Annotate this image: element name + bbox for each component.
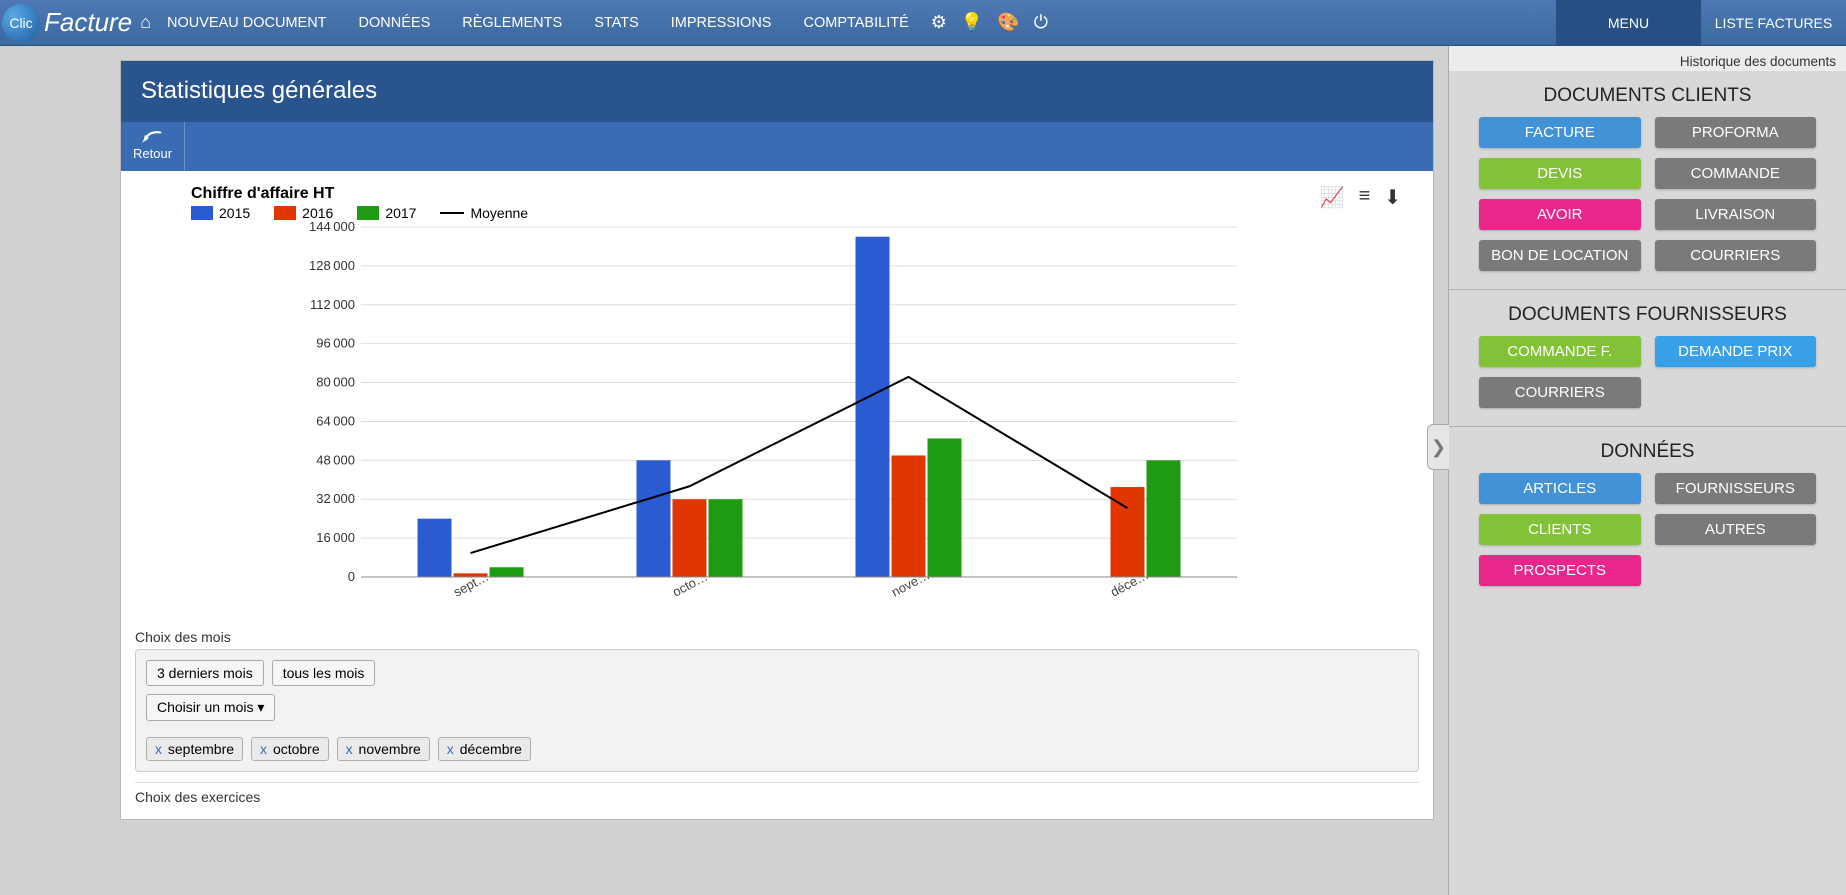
tab-menu[interactable]: MENU: [1556, 0, 1701, 45]
sb-btn-fournisseurs[interactable]: FOURNISSEURS: [1655, 473, 1817, 504]
chip-decembre[interactable]: x décembre: [438, 737, 531, 761]
sb-btn-demande-prix[interactable]: DEMANDE PRIX: [1655, 336, 1817, 367]
nav-donnees[interactable]: DONNÉES: [343, 15, 447, 31]
svg-text:144 000: 144 000: [309, 221, 355, 234]
svg-text:96 000: 96 000: [316, 336, 355, 351]
chip-octobre[interactable]: x octobre: [251, 737, 329, 761]
logo-text: Facture: [44, 7, 132, 38]
tab-liste-factures[interactable]: LISTE FACTURES: [1701, 0, 1846, 45]
power-icon[interactable]: ⏻: [1034, 12, 1048, 33]
sb-btn-livraison[interactable]: LIVRAISON: [1655, 199, 1817, 230]
choix-mois-label: Choix des mois: [135, 629, 1419, 645]
dropdown-choisir-mois[interactable]: Choisir un mois ▾: [146, 694, 275, 721]
back-button[interactable]: Retour: [121, 122, 185, 171]
sb-btn-commande-f-[interactable]: COMMANDE F.: [1479, 336, 1641, 367]
gear-icon[interactable]: ⚙: [931, 12, 947, 33]
nav-impressions[interactable]: IMPRESSIONS: [655, 15, 788, 31]
sb-btn-clients[interactable]: CLIENTS: [1479, 514, 1641, 545]
sb-btn-devis[interactable]: DEVIS: [1479, 158, 1641, 189]
svg-text:64 000: 64 000: [316, 413, 355, 428]
sidebar-collapse[interactable]: ❯: [1427, 424, 1449, 470]
svg-text:48 000: 48 000: [316, 452, 355, 467]
home-icon[interactable]: ⌂: [140, 12, 151, 33]
svg-text:32 000: 32 000: [316, 491, 355, 506]
section-donnees-title: DONNÉES: [1449, 441, 1846, 463]
chart-canvas: 0 16 000 32 000 48 000 64 000 80 000 96 000 112…: [137, 221, 1417, 617]
nav-reglements[interactable]: RÈGLEMENTS: [446, 15, 578, 31]
btn-3-derniers-mois[interactable]: 3 derniers mois: [146, 660, 264, 686]
page-title: Statistiques générales: [121, 61, 1433, 121]
chart-list-icon[interactable]: ≡: [1359, 185, 1371, 210]
back-arrow-icon: [142, 130, 164, 146]
nav-comptabilite[interactable]: COMPTABILITÉ: [787, 15, 924, 31]
svg-text:16 000: 16 000: [316, 530, 355, 545]
back-label: Retour: [133, 146, 172, 161]
sb-btn-articles[interactable]: ARTICLES: [1479, 473, 1641, 504]
chart-legend: 2015 2016 2017 Moyenne: [191, 205, 1417, 221]
choix-exercices-label: Choix des exercices: [135, 789, 1419, 805]
chart-download-icon[interactable]: ⬇: [1384, 185, 1401, 210]
section-fournisseurs-title: DOCUMENTS FOURNISSEURS: [1449, 304, 1846, 326]
sb-btn-commande[interactable]: COMMANDE: [1655, 158, 1817, 189]
logo-circle: Clic: [2, 4, 40, 42]
svg-text:80 000: 80 000: [316, 375, 355, 390]
sb-btn-courriers[interactable]: COURRIERS: [1655, 240, 1817, 271]
sb-btn-proforma[interactable]: PROFORMA: [1655, 117, 1817, 148]
chart-title: Chiffre d'affaire HT: [191, 185, 1417, 203]
svg-text:112 000: 112 000: [310, 297, 355, 312]
bulb-icon[interactable]: 💡: [961, 12, 983, 33]
chart-type-icon[interactable]: 📈: [1320, 185, 1345, 210]
logo[interactable]: Clic Facture: [0, 4, 140, 42]
svg-text:0: 0: [348, 569, 355, 584]
chip-septembre[interactable]: x septembre: [146, 737, 243, 761]
sb-btn-avoir[interactable]: AVOIR: [1479, 199, 1641, 230]
svg-text:128 000: 128 000: [309, 258, 355, 273]
sb-btn-courriers[interactable]: COURRIERS: [1479, 377, 1641, 408]
nav-nouveau-document[interactable]: NOUVEAU DOCUMENT: [151, 15, 343, 31]
sb-btn-autres[interactable]: AUTRES: [1655, 514, 1817, 545]
chip-novembre[interactable]: x novembre: [337, 737, 430, 761]
choix-mois-row: 3 derniers mois tous les mois Choisir un…: [135, 649, 1419, 772]
sb-btn-prospects[interactable]: PROSPECTS: [1479, 555, 1641, 586]
sb-btn-facture[interactable]: FACTURE: [1479, 117, 1641, 148]
nav-stats[interactable]: STATS: [578, 15, 655, 31]
history-link[interactable]: Historique des documents: [1449, 46, 1846, 71]
palette-icon[interactable]: 🎨: [997, 12, 1019, 33]
sb-btn-bon-de-location[interactable]: BON DE LOCATION: [1479, 240, 1641, 271]
section-clients-title: DOCUMENTS CLIENTS: [1449, 85, 1846, 107]
btn-tous-les-mois[interactable]: tous les mois: [272, 660, 376, 686]
